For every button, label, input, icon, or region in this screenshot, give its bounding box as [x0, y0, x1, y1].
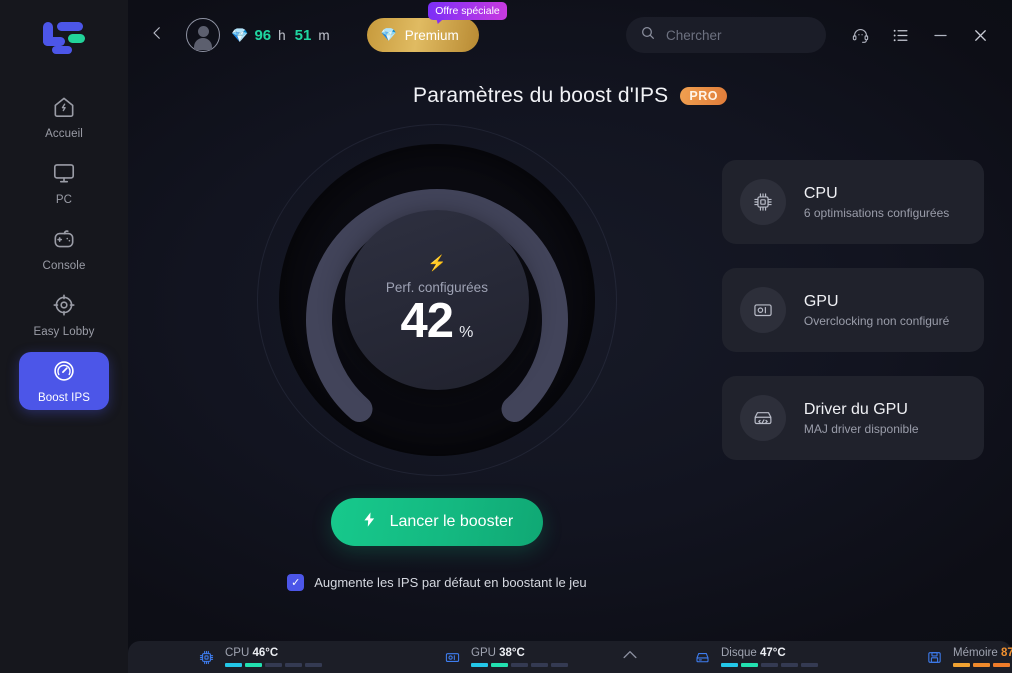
default-boost-checkbox-row[interactable]: ✓ Augmente les IPS par défaut en boostan… — [287, 574, 587, 591]
app-logo — [37, 20, 91, 54]
status-gpu[interactable]: GPU 38°C — [442, 647, 568, 668]
search-input[interactable] — [666, 27, 843, 43]
status-value: 47°C — [760, 646, 786, 659]
gamepad-icon — [51, 226, 77, 257]
card-subtitle: MAJ driver disponible — [803, 421, 919, 436]
performance-gauge: ⚡ Perf. configurées 42 % — [256, 124, 617, 476]
status-label: Mémoire — [953, 646, 998, 659]
disk-icon — [692, 647, 712, 667]
page-title: Paramètres du boost d'IPS — [413, 84, 669, 107]
status-disk-segments — [721, 663, 818, 668]
status-value: 87% — [1000, 646, 1012, 659]
time-minutes-unit: m — [318, 27, 330, 43]
minimize-icon[interactable] — [930, 25, 950, 45]
settings-cards: CPU 6 optimisations configurées GPU Over… — [721, 118, 984, 591]
gpu-card-icon — [739, 287, 786, 333]
premium-button[interactable]: 💎 Premium — [366, 18, 479, 52]
app-window: Accueil PC Console Easy Lobby Boost IPS … — [0, 0, 1012, 673]
premium-label: Premium — [404, 27, 459, 43]
top-header: 💎 96 h 51 m 💎 Premium Offre spéciale — [128, 0, 1012, 70]
avatar[interactable] — [186, 18, 220, 52]
driver-box-icon — [739, 395, 786, 441]
content-area: ⚡ Perf. configurées 42 % Lancer le boost… — [128, 118, 1012, 591]
sidebar-item-label: PC — [55, 194, 73, 206]
bolt-icon — [361, 511, 378, 533]
window-controls — [850, 25, 990, 45]
status-label: GPU — [471, 646, 496, 659]
status-bar: CPU 46°C GPU 38°C Disque 47°C Mémoire 87 — [128, 641, 1012, 673]
card-gpu-driver[interactable]: Driver du GPU MAJ driver disponible — [721, 376, 984, 460]
status-label: CPU — [225, 646, 250, 659]
launch-booster-button[interactable]: Lancer le booster — [330, 498, 544, 546]
launch-booster-label: Lancer le booster — [389, 513, 514, 530]
card-title: GPU — [803, 292, 839, 310]
gauge-unit: % — [459, 324, 474, 341]
sidebar-item-boost-ips[interactable]: Boost IPS — [19, 352, 109, 410]
search-box[interactable] — [626, 17, 843, 53]
memory-icon — [924, 647, 944, 667]
gauge-column: ⚡ Perf. configurées 42 % Lancer le boost… — [152, 118, 722, 591]
special-offer-badge[interactable]: Offre spéciale — [428, 2, 507, 20]
cpu-chip-icon — [196, 647, 216, 667]
status-label: Disque — [721, 646, 757, 659]
sidebar-item-label: Boost IPS — [37, 392, 91, 404]
chevron-left-icon — [148, 24, 166, 47]
status-memory-text: Mémoire 87% — [953, 647, 1012, 660]
boost-time-remaining: 💎 96 h 51 m — [231, 27, 333, 44]
time-minutes: 51 — [294, 26, 312, 44]
gpu-card-icon — [442, 647, 462, 667]
crosshair-icon — [51, 292, 77, 323]
gauge-label: Perf. configurées — [385, 280, 488, 295]
card-subtitle: 6 optimisations configurées — [803, 205, 950, 220]
premium-area: 💎 Premium Offre spéciale — [366, 2, 507, 52]
status-cpu-text: CPU 46°C — [225, 647, 322, 660]
time-hours: 96 — [254, 26, 272, 44]
status-cpu[interactable]: CPU 46°C — [196, 647, 322, 668]
card-title: Driver du GPU — [803, 400, 908, 418]
close-icon[interactable] — [970, 25, 990, 45]
sidebar-item-label: Console — [42, 260, 86, 272]
sidebar-item-easy-lobby[interactable]: Easy Lobby — [19, 286, 109, 344]
collapse-status-button[interactable] — [620, 645, 640, 670]
cpu-chip-icon — [739, 179, 786, 225]
card-title: CPU — [803, 184, 838, 202]
status-memory[interactable]: Mémoire 87% — [924, 647, 1012, 668]
status-value: 38°C — [499, 646, 525, 659]
default-boost-label: Augmente les IPS par défaut en boostant … — [314, 575, 587, 590]
bolt-icon: ⚡ — [427, 255, 447, 272]
sidebar-item-accueil[interactable]: Accueil — [19, 88, 109, 146]
status-value: 46°C — [252, 646, 279, 659]
status-disk-text: Disque 47°C — [721, 647, 818, 660]
search-icon — [640, 25, 656, 46]
card-gpu[interactable]: GPU Overclocking non configuré — [721, 268, 984, 352]
time-hours-unit: h — [278, 27, 286, 43]
sidebar-item-label: Easy Lobby — [33, 326, 95, 338]
gauge-value: 42 — [400, 294, 455, 348]
sidebar-nav: Accueil PC Console Easy Lobby Boost IPS — [0, 88, 128, 410]
status-gpu-text: GPU 38°C — [471, 647, 568, 660]
sidebar-item-console[interactable]: Console — [19, 220, 109, 278]
sidebar-item-pc[interactable]: PC — [19, 154, 109, 212]
gem-icon: 💎 — [231, 27, 249, 43]
back-button[interactable] — [142, 20, 172, 50]
home-bolt-icon — [51, 94, 77, 125]
card-subtitle: Overclocking non configuré — [803, 313, 950, 328]
status-cpu-segments — [225, 663, 322, 668]
speedometer-icon — [51, 358, 77, 389]
gem-icon: 💎 — [380, 27, 397, 42]
pro-badge: PRO — [680, 87, 727, 105]
default-boost-checkbox[interactable]: ✓ — [287, 574, 305, 591]
status-disk[interactable]: Disque 47°C — [692, 647, 818, 668]
monitor-icon — [51, 160, 77, 191]
card-cpu[interactable]: CPU 6 optimisations configurées — [721, 160, 984, 244]
list-menu-icon[interactable] — [890, 25, 910, 45]
page-header: Paramètres du boost d'IPS PRO — [128, 84, 1012, 108]
sidebar-item-label: Accueil — [45, 128, 83, 140]
status-gpu-segments — [471, 663, 568, 668]
status-memory-segments — [953, 663, 1012, 668]
main-area: 💎 96 h 51 m 💎 Premium Offre spéciale Che… — [128, 0, 1012, 673]
support-headset-icon[interactable] — [850, 25, 870, 45]
gauge-center: ⚡ Perf. configurées 42 % — [344, 210, 529, 390]
sidebar: Accueil PC Console Easy Lobby Boost IPS — [0, 0, 128, 673]
